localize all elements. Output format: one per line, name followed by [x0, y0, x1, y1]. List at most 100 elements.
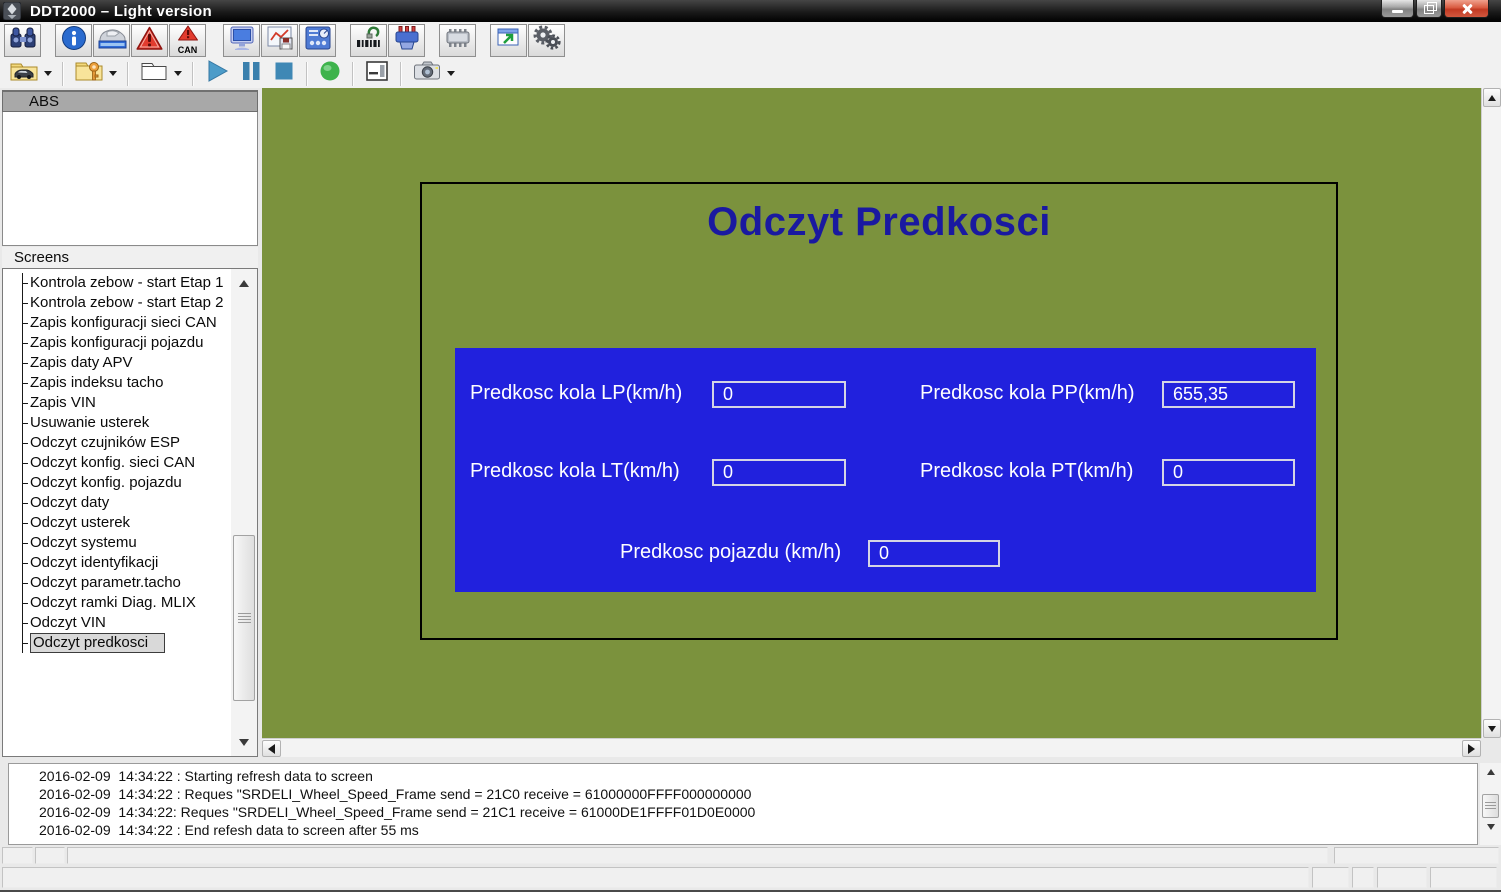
open-folder-button[interactable] [135, 61, 186, 87]
screen-item[interactable]: Odczyt parametr.tacho [23, 573, 223, 593]
toolbar-separator [352, 61, 354, 86]
toolbar-separator [62, 61, 64, 86]
screen-item[interactable]: Usuwanie usterek [23, 413, 223, 433]
control-panel-button[interactable] [299, 24, 336, 57]
screen-item[interactable]: Odczyt ramki Diag. MLIX [23, 593, 223, 613]
scroll-down-button[interactable] [1483, 719, 1501, 738]
sensor-icon [355, 25, 383, 56]
search-button[interactable] [4, 24, 41, 57]
window-restore-icon [495, 25, 522, 56]
values-panel: Predkosc kola LP(km/h) 0 Predkosc kola P… [455, 348, 1316, 592]
main-horizontal-scrollbar[interactable] [262, 738, 1481, 757]
record-button[interactable] [314, 61, 346, 87]
chevron-down-icon [44, 71, 52, 76]
graph-record-button[interactable] [261, 24, 298, 57]
status-cell [35, 847, 65, 864]
log-scrollbar[interactable] [1480, 763, 1501, 845]
status-cell [1377, 867, 1427, 888]
pause-button[interactable] [234, 61, 268, 87]
binoculars-icon [9, 25, 37, 56]
log-panel: 2016-02-09 14:34:22 : Starting refresh d… [8, 763, 1478, 845]
chevron-down-icon [174, 71, 182, 76]
scroll-up-button[interactable] [1483, 88, 1501, 107]
scroll-up-button[interactable] [1480, 765, 1501, 779]
scroll-down-button[interactable] [231, 732, 257, 752]
field-value-wheel-pp: 655,35 [1162, 381, 1295, 408]
field-label-wheel-pt: Predkosc kola PT(km/h) [920, 460, 1134, 482]
screen-item[interactable]: Odczyt identyfikacji [23, 553, 223, 573]
warning-icon [136, 26, 163, 56]
chevron-down-icon [109, 71, 117, 76]
screen-item[interactable]: Odczyt konfig. sieci CAN [23, 453, 223, 473]
thumb-grip [1485, 801, 1496, 811]
screen-item[interactable]: Odczyt czujników ESP [23, 433, 223, 453]
status-cell [2, 847, 33, 864]
sensor-button[interactable] [350, 24, 387, 57]
can-faults-button[interactable]: CAN [169, 24, 206, 57]
scroll-up-button[interactable] [231, 273, 257, 293]
screens-scrollbar[interactable] [231, 269, 257, 756]
settings-button[interactable] [528, 24, 565, 57]
screen-item[interactable]: Zapis indeksu tacho [23, 373, 223, 393]
form-window-icon [364, 59, 390, 88]
close-button[interactable] [1444, 0, 1489, 18]
minimize-button[interactable] [1381, 0, 1414, 18]
screen-item[interactable]: Kontrola zebow - start Etap 2 [23, 293, 223, 313]
scroll-down-button[interactable] [1480, 820, 1501, 834]
arrow-up-icon [1486, 769, 1495, 775]
folder-icon [139, 59, 169, 88]
maximize-icon [1424, 2, 1437, 14]
arrow-down-icon [1488, 725, 1496, 732]
field-label-vehicle-speed: Predkosc pojazdu (km/h) [620, 541, 842, 563]
status-cell [1430, 867, 1497, 888]
export-window-button[interactable] [490, 24, 527, 57]
screen-item[interactable]: Zapis daty APV [23, 353, 223, 373]
toolbar-separator [400, 61, 402, 86]
form-view-button[interactable] [360, 61, 394, 87]
ecu-memory-button[interactable] [439, 24, 476, 57]
minimize-icon [1392, 9, 1403, 13]
window-title: DDT2000 – Light version [30, 2, 212, 20]
screen-button[interactable] [223, 24, 260, 57]
stop-button[interactable] [268, 61, 300, 87]
screen-item[interactable]: Odczyt konfig. pojazdu [23, 473, 223, 493]
screenshot-button[interactable] [408, 61, 459, 87]
screen-item[interactable]: Zapis konfiguracji pojazdu [23, 333, 223, 353]
vehicle-button[interactable] [93, 24, 130, 57]
screen-item[interactable]: Kontrola zebow - start Etap 1 [23, 273, 223, 293]
folder-car-icon [9, 59, 39, 88]
screen-item[interactable]: Odczyt usterek [23, 513, 223, 533]
faults-button[interactable] [131, 24, 168, 57]
connector-button[interactable] [388, 24, 425, 57]
screen-item[interactable]: Zapis VIN [23, 393, 223, 413]
screen-item[interactable]: Odczyt VIN [23, 613, 223, 633]
system-header-abs[interactable]: ABS [2, 90, 258, 112]
log-line: 2016-02-09 14:34:22 : End refesh data to… [39, 822, 419, 838]
field-value-wheel-pt: 0 [1162, 459, 1295, 486]
screen-canvas: Odczyt Predkosci Predkosc kola LP(km/h) … [262, 88, 1481, 738]
open-secure-folder-button[interactable] [70, 61, 121, 87]
play-icon [204, 59, 230, 88]
maximize-button[interactable] [1416, 0, 1442, 18]
folder-key-icon [74, 59, 104, 88]
scroll-thumb[interactable] [233, 535, 255, 701]
system-header-label: ABS [29, 93, 60, 110]
file-toolbar [0, 59, 1501, 88]
scroll-right-button[interactable] [1462, 740, 1481, 757]
screen-graph-icon [266, 25, 294, 56]
screen-item[interactable]: Odczyt systemu [23, 533, 223, 553]
screen-item-selected[interactable]: Odczyt predkosci [23, 633, 223, 653]
screen-item[interactable]: Zapis konfiguracji sieci CAN [23, 313, 223, 333]
scroll-thumb[interactable] [1482, 794, 1499, 818]
main-vertical-scrollbar[interactable] [1481, 88, 1501, 738]
info-button[interactable] [55, 24, 92, 57]
close-icon [1461, 3, 1473, 15]
status-cell [2, 867, 1309, 888]
status-cell [1352, 867, 1374, 888]
screen-item[interactable]: Odczyt daty [23, 493, 223, 513]
screen-title: Odczyt Predkosci [707, 200, 1051, 244]
open-vehicle-folder-button[interactable] [5, 61, 56, 87]
chip-icon [444, 25, 472, 56]
scroll-left-button[interactable] [262, 740, 281, 757]
play-button[interactable] [200, 59, 234, 88]
